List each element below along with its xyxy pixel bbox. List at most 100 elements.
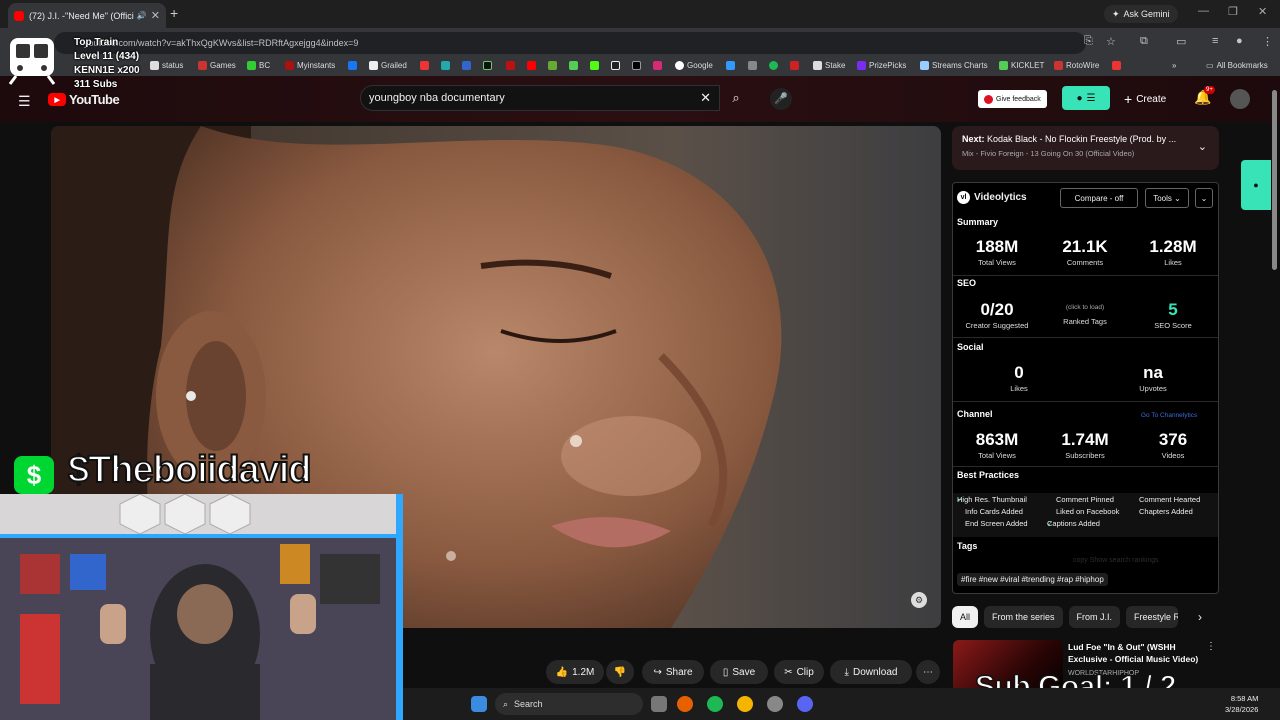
task-view-icon[interactable] bbox=[651, 696, 667, 712]
bookmark-streams-charts[interactable]: Streams Charts bbox=[920, 61, 988, 70]
all-bookmarks[interactable]: ▭ All Bookmarks bbox=[1206, 61, 1268, 70]
videolytics-toggle-button[interactable]: ● ☰ bbox=[1062, 86, 1110, 110]
extensions-icon[interactable]: ⧉ bbox=[1140, 35, 1148, 48]
profile-icon[interactable]: ● bbox=[1236, 35, 1243, 47]
windows-start-icon[interactable] bbox=[471, 696, 487, 712]
bookmark-icon-8[interactable] bbox=[726, 61, 735, 70]
tab-close-icon[interactable]: ✕ bbox=[151, 9, 160, 22]
bookmarks-overflow-icon[interactable]: » bbox=[1172, 61, 1176, 70]
new-tab-button[interactable]: + bbox=[170, 5, 178, 21]
give-feedback-button[interactable]: Give feedback bbox=[978, 90, 1047, 108]
create-button[interactable]: + Create bbox=[1124, 91, 1166, 107]
search-input[interactable]: youngboy nba documentary ✕ bbox=[360, 85, 720, 111]
bookmark-stake[interactable]: Stake bbox=[813, 61, 845, 70]
avatar[interactable] bbox=[1230, 89, 1250, 109]
bookmark-prizepicks[interactable]: PrizePicks bbox=[857, 61, 906, 70]
up-next-card[interactable]: Next: Kodak Black - No Flockin Freestyle… bbox=[952, 126, 1219, 170]
system-clock[interactable]: 8:58 AM 3/28/2026 bbox=[1225, 693, 1258, 715]
bookmark-spotify-icon[interactable] bbox=[769, 61, 778, 70]
save-button[interactable]: ▯ Save bbox=[710, 660, 768, 684]
bookmark-icon-1[interactable] bbox=[420, 61, 429, 70]
app-icon[interactable] bbox=[767, 696, 783, 712]
bookmark-tiktok-icon[interactable] bbox=[611, 61, 620, 70]
voice-search-icon[interactable]: 🎤 bbox=[770, 88, 792, 110]
search-value: youngboy nba documentary bbox=[369, 92, 505, 104]
bookmark-icon-4[interactable] bbox=[483, 61, 492, 70]
dislike-button[interactable]: 👎 bbox=[606, 660, 634, 684]
more-vert-icon[interactable]: ⋮ bbox=[1206, 641, 1216, 652]
stat-likes: 1.28M Likes bbox=[1149, 237, 1197, 267]
recommendation-title[interactable]: Lud Foe "In & Out" (WSHH Exclusive - Off… bbox=[1068, 641, 1208, 665]
share-button[interactable]: ↪ Share bbox=[642, 660, 704, 684]
video-settings-icon[interactable]: ⚙ bbox=[911, 592, 927, 608]
chevron-down-icon[interactable]: ⌄ bbox=[1198, 140, 1207, 153]
url-text: youtube.com/watch?v=akThxQgKWvs&list=RDR… bbox=[84, 38, 359, 48]
thumbs-down-icon: 👎 bbox=[613, 666, 627, 678]
bookmark-icon-6[interactable] bbox=[548, 61, 557, 70]
firefox-icon[interactable] bbox=[677, 696, 693, 712]
channelytics-link[interactable]: Go To Channelytics bbox=[1141, 412, 1197, 419]
discord-icon[interactable] bbox=[797, 696, 813, 712]
bookmark-x-icon[interactable] bbox=[632, 61, 641, 70]
more-actions-button[interactable]: ⋯ bbox=[916, 660, 940, 684]
menu-kebab-icon[interactable]: ⋮ bbox=[1262, 35, 1273, 48]
panel-collapse-icon[interactable]: ⌄ bbox=[1195, 188, 1213, 208]
spotify-icon[interactable] bbox=[707, 696, 723, 712]
close-window-icon[interactable]: ✕ bbox=[1258, 5, 1267, 18]
youtube-logo[interactable]: ▶ YouTube bbox=[48, 92, 120, 107]
divider bbox=[953, 401, 1218, 402]
webcam-overlay bbox=[0, 494, 403, 720]
summary-heading: Summary bbox=[957, 217, 999, 227]
chip-all[interactable]: All bbox=[952, 606, 979, 628]
bookmark-icon-2[interactable] bbox=[441, 61, 450, 70]
sidepanel-icon[interactable]: ▭ bbox=[1176, 35, 1186, 48]
notifications-bell-icon[interactable]: 🔔 9+ bbox=[1194, 86, 1215, 106]
download-button[interactable]: ⤓ Download bbox=[830, 660, 912, 684]
bookmark-kicklet[interactable]: KICKLET bbox=[999, 61, 1044, 70]
hamburger-menu-icon[interactable]: ☰ bbox=[18, 93, 31, 110]
speaker-icon[interactable]: 🔊 bbox=[137, 11, 147, 20]
bookmark-icon-5[interactable] bbox=[506, 61, 515, 70]
bookmark-star-icon[interactable]: ☆ bbox=[1106, 35, 1116, 48]
tags-actions[interactable]: copy Show search rankings bbox=[1073, 557, 1159, 564]
bookmark-status[interactable]: status bbox=[150, 61, 183, 70]
bookmark-google[interactable]: Google bbox=[675, 61, 713, 70]
bookmark-icon-11[interactable] bbox=[1112, 61, 1121, 70]
chip-from-ji[interactable]: From J.I. bbox=[1068, 606, 1121, 628]
media-icon[interactable]: ≡ bbox=[1212, 35, 1218, 47]
ask-gemini-button[interactable]: ✦ Ask Gemini bbox=[1104, 5, 1178, 23]
page-scrollbar[interactable] bbox=[1272, 90, 1277, 270]
tools-dropdown[interactable]: Tools ⌄ bbox=[1145, 188, 1189, 208]
bookmark-grailed[interactable]: Grailed bbox=[369, 61, 407, 70]
compare-toggle[interactable]: Compare - off bbox=[1060, 188, 1138, 208]
bookmark-icon-10[interactable] bbox=[790, 61, 799, 70]
bookmark-kick-icon[interactable] bbox=[590, 61, 599, 70]
bookmark-bc[interactable]: BC bbox=[247, 61, 270, 70]
address-bar[interactable]: youtube.com/watch?v=akThxQgKWvs&list=RDR… bbox=[54, 32, 1086, 54]
bookmark-instagram-icon[interactable] bbox=[653, 61, 662, 70]
taskbar-search[interactable]: ⌕ Search bbox=[495, 693, 643, 715]
chevron-right-icon[interactable]: › bbox=[1198, 610, 1202, 624]
clear-search-icon[interactable]: ✕ bbox=[700, 90, 711, 106]
restore-icon[interactable]: ❐ bbox=[1228, 5, 1238, 18]
like-button[interactable]: 👍 1.2M bbox=[546, 660, 604, 684]
bookmark-facebook[interactable] bbox=[348, 61, 357, 70]
stat-ranked-tags[interactable]: (click to load) Ranked Tags bbox=[1045, 300, 1125, 326]
tab-youtube[interactable]: (72) J.I. -"Need Me" (Officia 🔊 ✕ bbox=[8, 3, 166, 28]
minimize-icon[interactable]: — bbox=[1198, 5, 1209, 17]
bookmark-icon-3[interactable] bbox=[462, 61, 471, 70]
clip-button[interactable]: ✂ Clip bbox=[774, 660, 824, 684]
chip-from-series[interactable]: From the series bbox=[984, 606, 1063, 628]
bookmark-myinstants[interactable]: Myinstants bbox=[285, 61, 335, 70]
bookmark-icon-9[interactable] bbox=[748, 61, 757, 70]
chip-freestyle[interactable]: Freestyle R bbox=[1126, 606, 1179, 628]
search-button[interactable]: ⌕ bbox=[720, 85, 752, 111]
install-app-icon[interactable]: ⎘ bbox=[1084, 35, 1093, 48]
scissors-icon: ✂ bbox=[784, 666, 793, 678]
chrome-icon[interactable] bbox=[737, 696, 753, 712]
bookmark-games[interactable]: Games bbox=[198, 61, 236, 70]
bookmark-rotowire[interactable]: RotoWire bbox=[1054, 61, 1099, 70]
bookmark-youtube-icon[interactable] bbox=[527, 61, 536, 70]
bookmark-icon-7[interactable] bbox=[569, 61, 578, 70]
videolytics-side-tab[interactable]: ● bbox=[1241, 160, 1271, 210]
